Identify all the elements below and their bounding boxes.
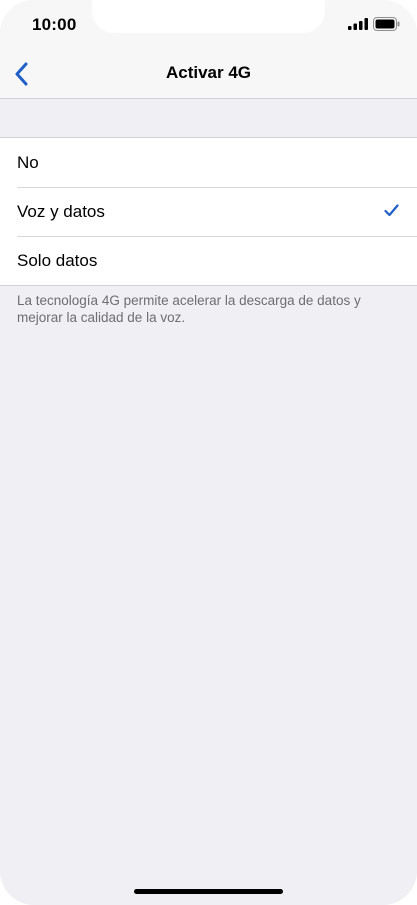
notch bbox=[92, 0, 325, 33]
home-indicator[interactable] bbox=[134, 889, 283, 894]
phone-screen: 10:00 Activar 4G No Voz y datos Solo dat… bbox=[0, 0, 417, 905]
status-time: 10:00 bbox=[32, 15, 77, 34]
option-voz-y-datos[interactable]: Voz y datos bbox=[0, 187, 417, 236]
option-label: Voz y datos bbox=[17, 201, 105, 221]
option-no[interactable]: No bbox=[0, 138, 417, 187]
battery-icon bbox=[373, 17, 400, 31]
option-label: Solo datos bbox=[17, 250, 98, 270]
options-list: No Voz y datos Solo datos bbox=[0, 137, 417, 286]
navigation-bar: Activar 4G bbox=[0, 50, 417, 99]
option-label: No bbox=[17, 152, 39, 172]
status-bar: 10:00 bbox=[0, 0, 417, 50]
option-solo-datos[interactable]: Solo datos bbox=[0, 236, 417, 285]
footer-description: La tecnología 4G permite acelerar la des… bbox=[17, 293, 361, 325]
checkmark-icon bbox=[384, 204, 399, 217]
signal-icon bbox=[348, 18, 368, 30]
page-title: Activar 4G bbox=[165, 63, 252, 82]
